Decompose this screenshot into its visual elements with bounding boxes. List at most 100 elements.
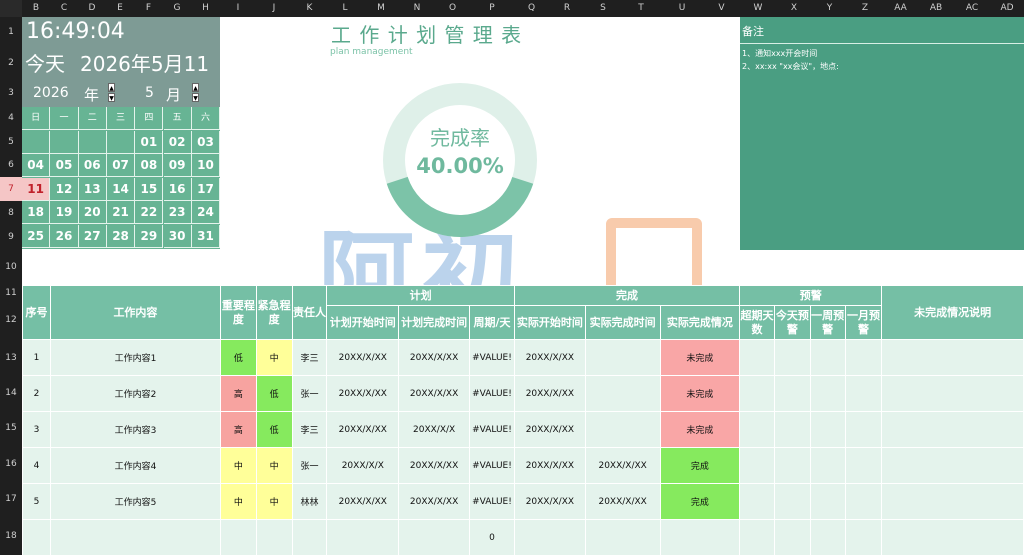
row-number[interactable]: 12 (0, 301, 22, 340)
cell-importance[interactable]: 中 (219, 483, 257, 520)
cell-plan-end[interactable]: 20XX/X/XX (398, 447, 471, 484)
column-letter[interactable]: H (191, 0, 220, 17)
header-plan-end[interactable]: 计划完成时间 (398, 305, 471, 340)
calendar-day[interactable]: 24 (191, 201, 221, 225)
row-number[interactable]: 9 (0, 225, 22, 249)
table-cell[interactable] (255, 519, 293, 556)
column-letter[interactable]: AA (883, 0, 918, 17)
cell-period[interactable]: #VALUE! (469, 483, 515, 520)
row-number[interactable]: 11 (0, 285, 22, 301)
cell-seq[interactable]: 2 (22, 375, 51, 412)
row-number[interactable]: 18 (0, 517, 22, 555)
table-cell[interactable] (739, 339, 775, 376)
calendar-day[interactable]: 09 (163, 154, 192, 178)
cell-urgency[interactable]: 中 (255, 483, 293, 520)
cell-actual-start[interactable]: 20XX/X/XX (513, 483, 586, 520)
calendar-day[interactable]: 05 (50, 154, 79, 178)
row-number[interactable]: 2 (0, 47, 22, 80)
cell-plan-start[interactable]: 20XX/X/XX (326, 339, 400, 376)
cell-period[interactable]: #VALUE! (469, 339, 515, 376)
column-letter[interactable]: U (661, 0, 703, 17)
row-number[interactable]: 14 (0, 376, 22, 411)
select-all-corner[interactable] (0, 0, 22, 17)
calendar-day[interactable]: 23 (163, 201, 192, 225)
column-letter[interactable]: N (399, 0, 435, 17)
cell-urgency[interactable]: 中 (255, 447, 293, 484)
calendar-day[interactable]: 22 (135, 201, 164, 225)
column-letter[interactable]: R (549, 0, 585, 17)
calendar-day[interactable]: 29 (135, 225, 164, 248)
column-letter[interactable]: T (621, 0, 661, 17)
table-cell[interactable] (219, 519, 257, 556)
table-cell[interactable] (809, 519, 846, 556)
header-overdue[interactable]: 超期天数 (739, 305, 775, 340)
row-number[interactable]: 17 (0, 482, 22, 517)
table-cell[interactable] (584, 519, 661, 556)
cell-status[interactable]: 未完成 (659, 339, 741, 376)
cell-status[interactable]: 未完成 (659, 375, 741, 412)
calendar-day[interactable]: 16 (163, 177, 192, 201)
cell-owner[interactable]: 李三 (291, 339, 328, 376)
cell-importance[interactable]: 高 (219, 375, 257, 412)
column-letter[interactable]: G (163, 0, 191, 17)
header-actual-status[interactable]: 实际完成情况 (659, 305, 741, 340)
calendar-day[interactable] (22, 130, 51, 154)
table-cell[interactable] (49, 519, 221, 556)
row-number[interactable]: 10 (0, 249, 22, 285)
calendar-day[interactable]: 06 (78, 154, 107, 178)
column-letter[interactable]: Y (812, 0, 847, 17)
table-cell[interactable] (326, 519, 400, 556)
calendar-day[interactable]: 01 (135, 130, 164, 154)
calendar-day[interactable]: 02 (163, 130, 192, 154)
cell-plan-start[interactable]: 20XX/X/XX (326, 411, 400, 448)
calendar-day[interactable]: 25 (22, 225, 51, 248)
cell-status[interactable]: 未完成 (659, 411, 741, 448)
calendar-day[interactable]: 28 (106, 225, 136, 248)
column-letter[interactable]: AC (954, 0, 990, 17)
cell-actual-end[interactable] (584, 375, 661, 412)
cell-urgency[interactable]: 低 (255, 411, 293, 448)
cell-actual-end[interactable] (584, 339, 661, 376)
calendar-day-today[interactable]: 11 (22, 177, 51, 201)
table-cell[interactable] (739, 483, 775, 520)
cell-urgency[interactable]: 中 (255, 339, 293, 376)
table-cell[interactable] (513, 519, 586, 556)
header-unfinished[interactable]: 未完成情况说明 (881, 285, 1024, 340)
table-cell[interactable] (291, 519, 328, 556)
cell-plan-end[interactable]: 20XX/X/XX (398, 375, 471, 412)
column-letter[interactable]: S (585, 0, 621, 17)
total-period-cell[interactable]: 0 (469, 519, 515, 556)
column-letter[interactable]: E (106, 0, 134, 17)
row-number[interactable]: 8 (0, 201, 22, 225)
cell-content[interactable]: 工作内容4 (49, 447, 221, 484)
header-plan-start[interactable]: 计划开始时间 (326, 305, 400, 340)
cell-period[interactable]: #VALUE! (469, 375, 515, 412)
column-letter[interactable]: X (776, 0, 812, 17)
header-urgency[interactable]: 紧急程度 (255, 285, 293, 340)
table-cell[interactable] (398, 519, 471, 556)
column-letter[interactable]: C (50, 0, 78, 17)
cell-seq[interactable]: 4 (22, 447, 51, 484)
header-importance[interactable]: 重要程度 (219, 285, 257, 340)
header-content[interactable]: 工作内容 (49, 285, 221, 340)
column-letter[interactable]: F (134, 0, 163, 17)
table-cell[interactable] (809, 483, 846, 520)
cell-seq[interactable]: 1 (22, 339, 51, 376)
cell-period[interactable]: #VALUE! (469, 411, 515, 448)
calendar-day[interactable] (106, 130, 136, 154)
cell-owner[interactable]: 张一 (291, 375, 328, 412)
table-cell[interactable] (739, 375, 775, 412)
table-cell[interactable] (773, 519, 811, 556)
cell-actual-start[interactable]: 20XX/X/XX (513, 447, 586, 484)
table-cell[interactable] (739, 519, 775, 556)
calendar-day[interactable]: 19 (50, 201, 79, 225)
table-cell[interactable] (881, 375, 1024, 412)
cell-plan-start[interactable]: 20XX/X/X (326, 447, 400, 484)
header-today-warn[interactable]: 今天预警 (773, 305, 811, 340)
calendar-day[interactable]: 03 (191, 130, 221, 154)
column-letter[interactable]: V (703, 0, 740, 17)
calendar-day[interactable]: 26 (50, 225, 79, 248)
header-done-group[interactable]: 完成 (513, 285, 741, 306)
year-down-arrow-icon[interactable]: ▼ (108, 93, 115, 102)
calendar-day[interactable]: 30 (163, 225, 192, 248)
